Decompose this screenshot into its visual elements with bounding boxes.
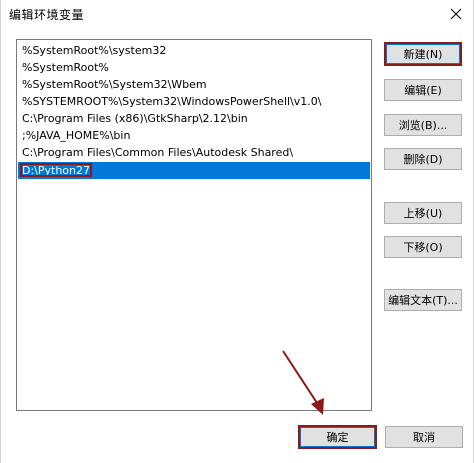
ok-button[interactable]: 确定 (298, 425, 377, 449)
edit-text-button[interactable]: 编辑文本(T)... (384, 289, 462, 311)
list-item[interactable]: %SystemRoot%\System32\Wbem (18, 76, 370, 93)
delete-button[interactable]: 删除(D) (384, 148, 462, 170)
list-item[interactable]: C:\Program Files\Common Files\Autodesk S… (18, 144, 370, 161)
move-down-button[interactable]: 下移(O) (384, 236, 462, 258)
move-up-button[interactable]: 上移(U) (384, 202, 462, 224)
list-item[interactable]: %SYSTEMROOT%\System32\WindowsPowerShell\… (18, 93, 370, 110)
list-item[interactable]: %SystemRoot%\system32 (18, 42, 370, 59)
close-button[interactable] (443, 2, 469, 26)
new-button[interactable]: 新建(N) (384, 42, 462, 66)
title-bar: 编辑环境变量 (1, 0, 474, 30)
list-item-label: D:\Python27 (22, 164, 91, 177)
list-item-selected[interactable]: D:\Python27 (18, 162, 370, 179)
window-title: 编辑环境变量 (9, 8, 85, 22)
browse-button[interactable]: 浏览(B)... (384, 114, 462, 136)
cancel-button[interactable]: 取消 (385, 426, 463, 448)
list-item[interactable]: %SystemRoot% (18, 59, 370, 76)
edit-button[interactable]: 编辑(E) (384, 79, 462, 101)
close-icon (450, 8, 462, 20)
path-list[interactable]: %SystemRoot%\system32 %SystemRoot% %Syst… (16, 39, 372, 411)
edit-environment-variable-dialog: 编辑环境变量 %SystemRoot%\system32 %SystemRoot… (0, 0, 474, 463)
list-item[interactable]: ;%JAVA_HOME%\bin (18, 127, 370, 144)
list-item[interactable]: C:\Program Files (x86)\GtkSharp\2.12\bin (18, 110, 370, 127)
